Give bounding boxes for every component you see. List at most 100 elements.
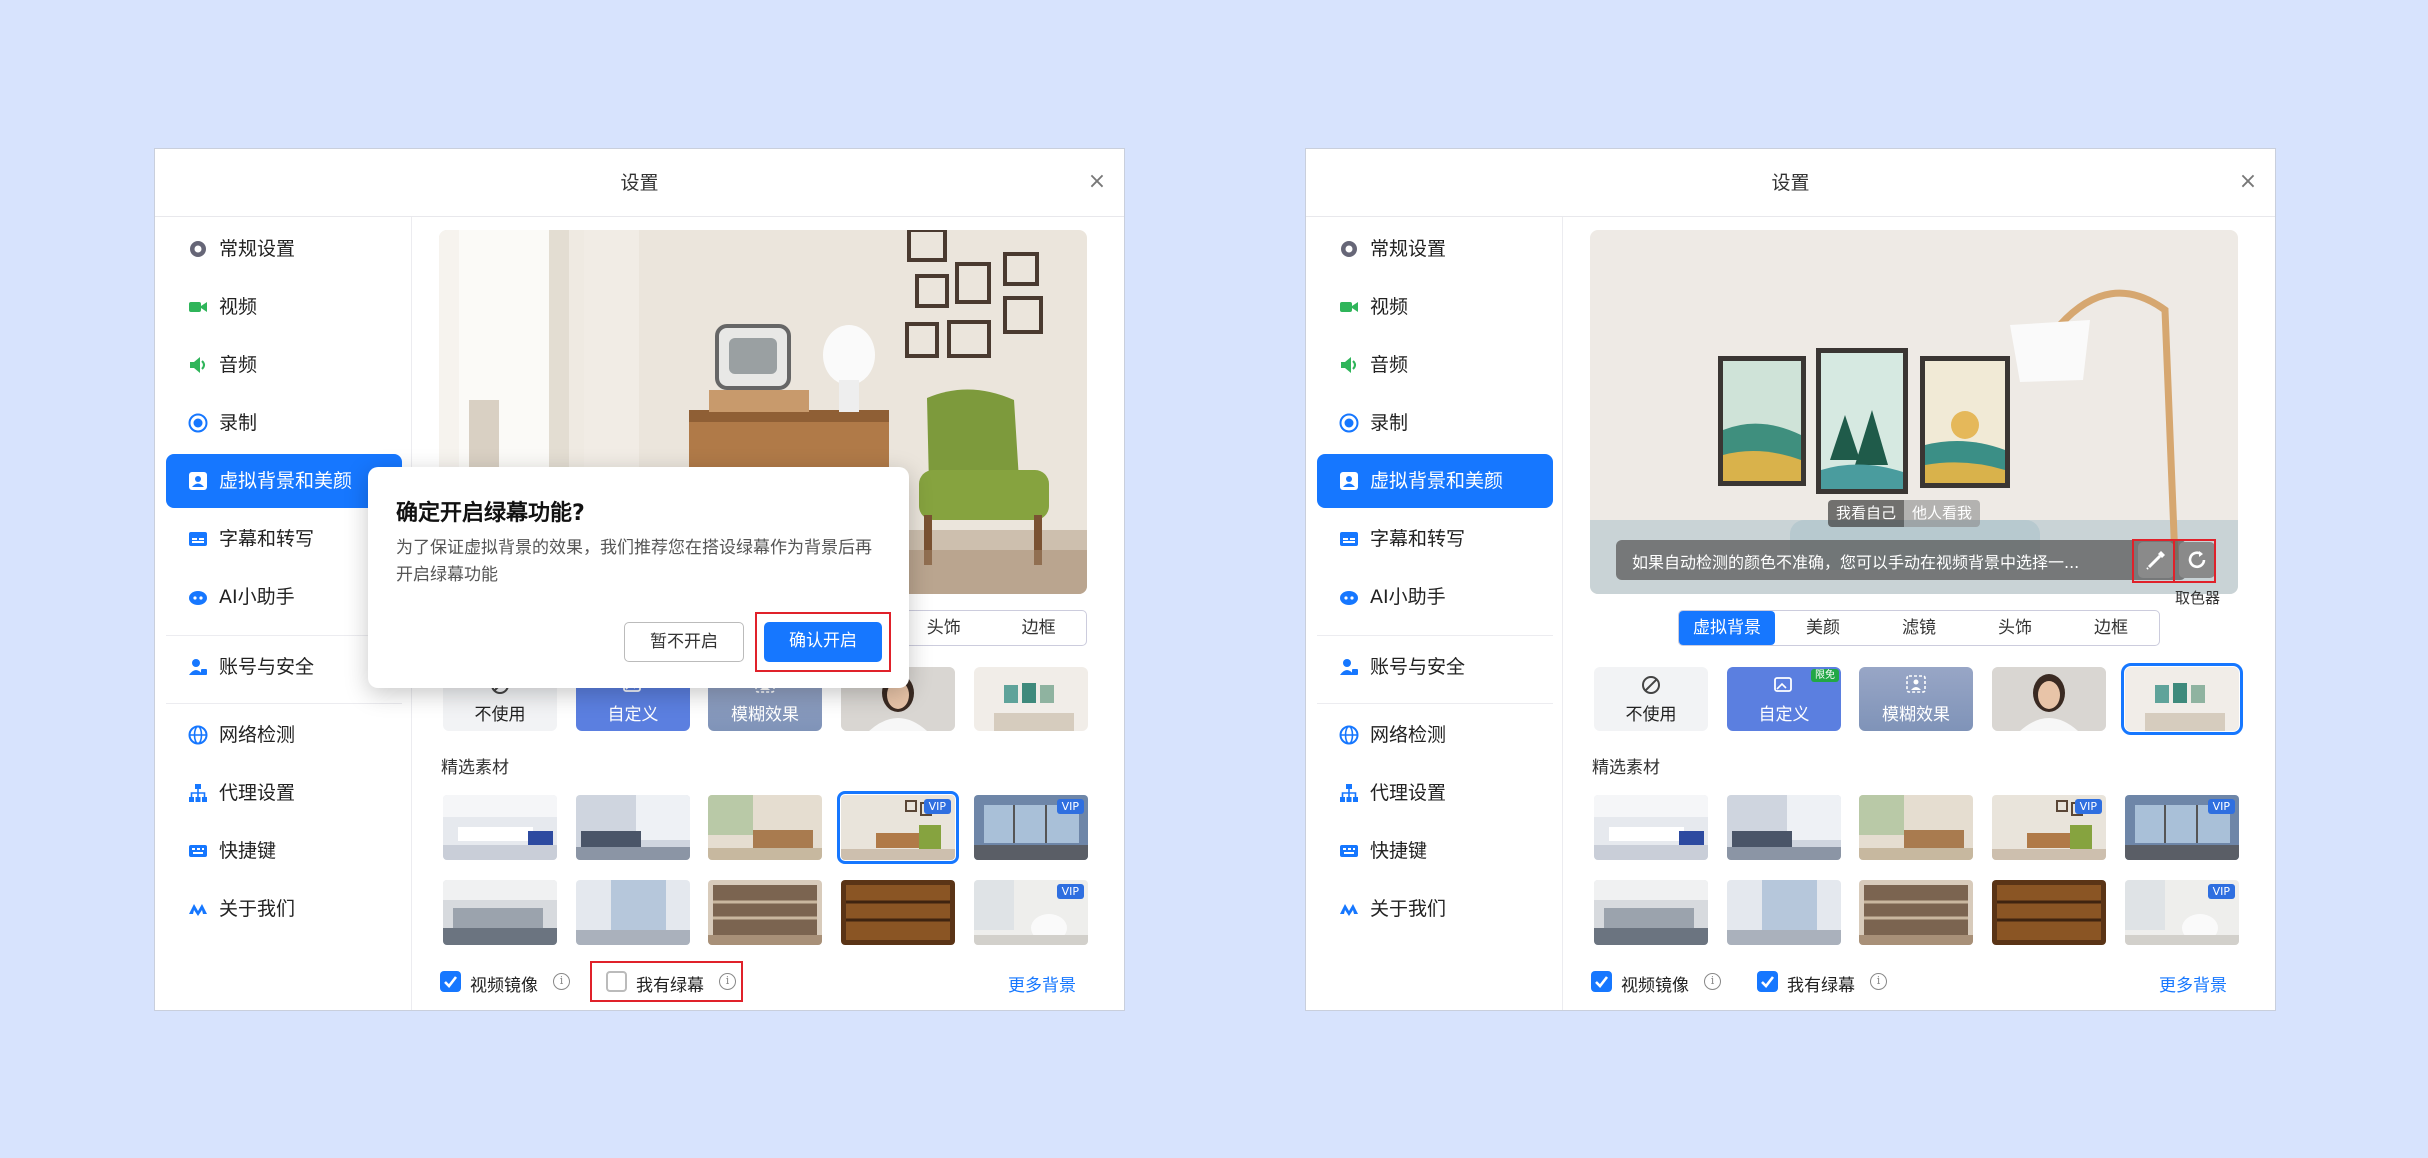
tab-virtual-background[interactable]: 虚拟背景 [1679,611,1775,645]
sidebar-item-audio[interactable]: 音频 [1317,338,1553,392]
sidebar-item-about[interactable]: 关于我们 [166,882,402,936]
background-tile[interactable] [443,795,557,860]
sidebar-item-shortcut[interactable]: 快捷键 [1317,824,1553,878]
background-tile[interactable] [708,880,822,945]
proxy-icon [189,784,207,802]
background-tile[interactable] [1594,795,1708,860]
cancel-button[interactable]: 暂不开启 [624,622,744,662]
option-blur[interactable]: 模糊效果 [1859,667,1973,731]
background-tile[interactable] [1727,880,1841,945]
vip-badge: VIP [2207,799,2235,814]
background-tile[interactable] [1859,795,1973,860]
option-image-white-room[interactable] [974,667,1088,731]
option-label: 自定义 [607,705,659,725]
speaker-icon [1341,357,1356,373]
close-icon[interactable]: × [2233,167,2263,197]
check-icon [444,976,458,988]
tab-headwear[interactable]: 头饰 [896,611,991,645]
sidebar-item-label: 虚拟背景和美颜 [1370,470,1504,492]
background-tile[interactable] [576,795,690,860]
background-tile[interactable]: VIP [2125,880,2239,945]
check-icon [1595,976,1609,988]
video-camera-icon [189,302,207,312]
sidebar-item-label: 音频 [1370,354,1409,376]
tab-beauty[interactable]: 美颜 [1775,611,1871,645]
info-icon[interactable]: i [1870,973,1887,990]
sidebar-item-network[interactable]: 网络检测 [166,708,402,762]
mirror-checkbox[interactable] [1591,971,1612,992]
sidebar-item-video[interactable]: 视频 [1317,280,1553,334]
background-tile[interactable]: VIP [974,880,1088,945]
sidebar-item-label: 字幕和转写 [219,528,315,550]
woman-portrait-image [1992,667,2106,731]
view-self-button[interactable]: 我看自己 [1828,500,1905,527]
sidebar-item-account-security[interactable]: 账号与安全 [166,640,402,694]
sidebar-item-virtual-background[interactable]: 虚拟背景和美颜 [166,454,402,508]
close-icon[interactable]: × [1082,167,1112,197]
background-tile[interactable]: VIP [837,791,959,864]
info-icon[interactable]: i [1704,973,1721,990]
background-tile[interactable] [1594,880,1708,945]
background-tile[interactable]: VIP [1992,795,2106,860]
green-screen-confirm-dialog: 确定开启绿幕功能? 为了保证虚拟背景的效果，我们推荐您在搭设绿幕作为背景后再开启… [368,467,909,688]
sidebar-item-account-security[interactable]: 账号与安全 [1317,640,1553,694]
tab-headwear[interactable]: 头饰 [1967,611,2063,645]
green-screen-checkbox[interactable] [1757,971,1778,992]
tab-border[interactable]: 边框 [2063,611,2159,645]
background-tile[interactable] [1992,880,2106,945]
option-image-white-room[interactable] [2121,663,2243,735]
background-tile[interactable] [841,880,955,945]
sidebar-item-general[interactable]: 常规设置 [166,222,402,276]
option-label: 不使用 [474,705,526,725]
background-tile[interactable] [1727,795,1841,860]
sidebar-item-network[interactable]: 网络检测 [1317,708,1553,762]
sidebar-item-label: 网络检测 [219,724,296,746]
option-label: 模糊效果 [731,705,799,725]
vip-badge: VIP [1056,884,1084,899]
sidebar-item-subtitle[interactable]: 字幕和转写 [166,512,402,566]
option-custom[interactable]: 限免 自定义 [1727,667,1841,731]
view-others-button[interactable]: 他人看我 [1904,500,1981,527]
background-tile[interactable] [1859,880,1973,945]
sidebar-item-ai-assistant[interactable]: AI小助手 [1317,570,1553,624]
tab-filter[interactable]: 滤镜 [1871,611,1967,645]
sidebar-item-shortcut[interactable]: 快捷键 [166,824,402,878]
info-icon[interactable]: i [553,973,570,990]
sidebar-item-audio[interactable]: 音频 [166,338,402,392]
sidebar-item-proxy[interactable]: 代理设置 [166,766,402,820]
sidebar-item-video[interactable]: 视频 [166,280,402,334]
more-backgrounds-link[interactable]: 更多背景 [2159,971,2227,996]
sidebar-item-subtitle[interactable]: 字幕和转写 [1317,512,1553,566]
sidebar-item-label: 网络检测 [1370,724,1447,746]
portrait-icon [189,472,207,490]
room-thumbnail [974,667,1088,731]
option-none[interactable]: 不使用 [1594,667,1708,731]
no-symbol-icon [1642,676,1660,694]
more-backgrounds-link[interactable]: 更多背景 [1008,971,1076,996]
background-tile[interactable] [576,880,690,945]
sidebar-item-record[interactable]: 录制 [1317,396,1553,450]
sidebar-item-virtual-background[interactable]: 虚拟背景和美颜 [1317,454,1553,508]
background-tile[interactable]: VIP [974,795,1088,860]
mirror-checkbox[interactable] [440,971,461,992]
color-hint-text: 如果自动检测的颜色不准确，您可以手动在视频背景中选择一... [1632,553,2080,572]
sidebar-item-proxy[interactable]: 代理设置 [1317,766,1553,820]
sidebar-item-record[interactable]: 录制 [166,396,402,450]
sidebar-item-label: 账号与安全 [219,656,315,678]
ai-assistant-icon [1340,591,1358,605]
background-tile[interactable] [443,880,557,945]
tab-bar: 虚拟背景 美颜 滤镜 头饰 边框 [1678,610,2160,646]
sidebar-item-label: 关于我们 [1370,898,1447,920]
sidebar-item-ai-assistant[interactable]: AI小助手 [166,570,402,624]
background-tile[interactable]: VIP [2125,795,2239,860]
sidebar-item-general[interactable]: 常规设置 [1317,222,1553,276]
background-tile[interactable] [708,795,822,860]
window-title: 设置 [1306,149,2275,217]
option-image-woman[interactable] [1992,667,2106,731]
sidebar-item-label: 代理设置 [1370,782,1447,804]
settings-window-right: 设置 × 常规设置 视频 音频 录制 虚拟背景和美颜 字幕和转写 AI小助手 账… [1305,148,2276,1011]
sidebar-item-label: 账号与安全 [1370,656,1466,678]
sidebar-item-about[interactable]: 关于我们 [1317,882,1553,936]
view-toggle: 我看自己 他人看我 [1828,500,1981,527]
tab-border[interactable]: 边框 [991,611,1086,645]
